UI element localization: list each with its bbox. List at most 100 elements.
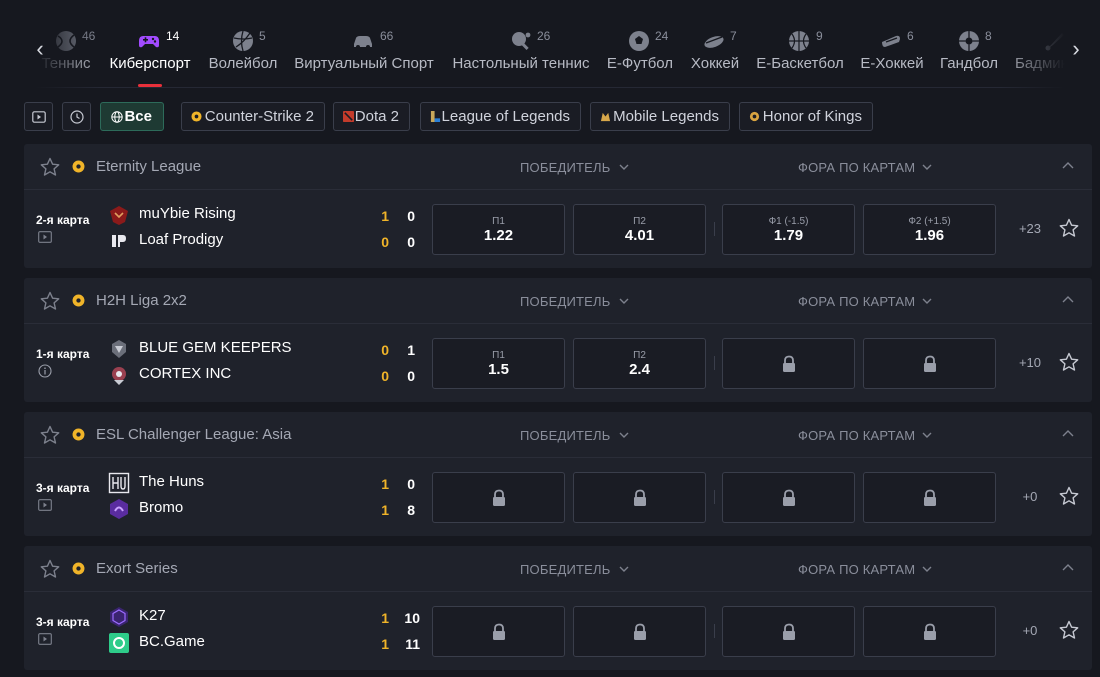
chevron-up-icon[interactable] [1060,560,1076,576]
lock-icon [924,489,936,506]
chevron-down-icon[interactable] [920,160,934,174]
favorite-star-icon[interactable] [1059,486,1079,506]
match-period: 2-я карта [36,213,90,227]
sport-tab-hockey[interactable]: 7 Хоккей [686,0,744,88]
sport-tab-volleyball[interactable]: 5 Волейбол [206,0,280,88]
video-icon[interactable] [38,499,52,511]
nav-next-arrow-icon[interactable]: › [1068,38,1084,60]
lock-icon [493,623,505,640]
active-tab-indicator [138,84,162,87]
chevron-up-icon[interactable] [1060,158,1076,174]
sport-tab-virtual[interactable]: 66 Виртуальный Спорт [292,0,436,88]
map-score: 0 [381,368,389,384]
chevron-down-icon[interactable] [617,294,631,308]
more-markets-link[interactable]: +10 [1016,355,1044,370]
odd-button-locked[interactable] [722,338,855,389]
chevron-down-icon[interactable] [920,562,934,576]
match-row[interactable]: 2-я карта muYbie Rising Loaf Prodigy 1 0… [24,190,1092,268]
market-handicap-header[interactable]: ФОРА ПО КАРТАМ [798,294,915,309]
chevron-down-icon[interactable] [920,294,934,308]
video-icon [32,111,46,123]
favorite-star-icon[interactable] [1059,620,1079,640]
sport-tab-e-football[interactable]: 24 Е-Футбол [604,0,676,88]
dota2-icon [343,111,354,122]
filter-honor-of-kings-button[interactable]: Honor of Kings [739,102,873,131]
more-markets-link[interactable]: +0 [1016,489,1044,504]
round-score: 10 [404,610,420,626]
video-icon[interactable] [38,231,52,243]
sports-nav: 46 Теннис 14 Киберспорт 5 Волейбол 66 Ви… [0,0,1100,88]
odd-button-p2[interactable]: П2 4.01 [573,204,706,255]
cs2-icon [191,111,202,122]
odd-button-locked[interactable] [573,606,706,657]
odd-button-f2[interactable]: Ф2 (+1.5) 1.96 [863,204,996,255]
filter-cs2-button[interactable]: Counter-Strike 2 [181,102,325,131]
round-score: 0 [407,208,415,224]
odd-button-locked[interactable] [863,338,996,389]
chevron-down-icon[interactable] [617,428,631,442]
sport-tab-handball[interactable]: 8 Гандбол [938,0,1000,88]
more-markets-link[interactable]: +23 [1016,221,1044,236]
sport-tab-esports[interactable]: 14 Киберспорт [108,0,192,88]
video-filter-button[interactable] [24,102,53,131]
chevron-down-icon[interactable] [617,562,631,576]
filter-mobile-legends-button[interactable]: Mobile Legends [590,102,730,131]
filter-dota2-button[interactable]: Dota 2 [333,102,410,131]
market-winner-header[interactable]: ПОБЕДИТЕЛЬ [520,562,610,577]
match-period: 3-я карта [36,615,90,629]
odd-button-locked[interactable] [722,472,855,523]
favorite-star-icon[interactable] [1059,218,1079,238]
map-score: 0 [381,342,389,358]
odd-button-f1[interactable]: Ф1 (-1.5) 1.79 [722,204,855,255]
match-row[interactable]: 1-я карта BLUE GEM KEEPERS CORTEX INC 0 … [24,324,1092,402]
market-handicap-header[interactable]: ФОРА ПО КАРТАМ [798,562,915,577]
chevron-down-icon[interactable] [920,428,934,442]
match-row[interactable]: 3-я карта The Huns Bromo 1 0 1 8 +0 [24,458,1092,536]
sport-tab-table-tennis[interactable]: 26 Настольный теннис [448,0,594,88]
match-row[interactable]: 3-я карта K27 BC.Game 1 10 1 11 +0 [24,592,1092,670]
lock-icon [634,489,646,506]
more-markets-link[interactable]: +0 [1016,623,1044,638]
market-handicap-header[interactable]: ФОРА ПО КАРТАМ [798,160,915,175]
odd-button-locked[interactable] [432,472,565,523]
cs2-icon [72,562,85,575]
market-winner-header[interactable]: ПОБЕДИТЕЛЬ [520,160,610,175]
league-header: ESL Challenger League: Asia ПОБЕДИТЕЛЬ Ф… [24,412,1092,458]
chevron-up-icon[interactable] [1060,292,1076,308]
odd-button-locked[interactable] [432,606,565,657]
video-icon[interactable] [38,633,52,645]
chevron-up-icon[interactable] [1060,426,1076,442]
lock-icon [783,355,795,372]
market-handicap-header[interactable]: ФОРА ПО КАРТАМ [798,428,915,443]
sport-tab-badminton[interactable]: 1 Бадминтон [1012,0,1100,88]
odd-button-locked[interactable] [573,472,706,523]
handball-icon [959,31,979,51]
chevron-down-icon[interactable] [617,160,631,174]
odd-button-p2[interactable]: П2 2.4 [573,338,706,389]
sport-tab-e-basketball[interactable]: 9 Е-Баскетбол [754,0,846,88]
filter-all-button[interactable]: Все [100,102,164,131]
favorite-star-icon[interactable] [1059,352,1079,372]
odd-button-p1[interactable]: П1 1.22 [432,204,565,255]
sport-tab-e-hockey[interactable]: 6 Е-Хоккей [856,0,928,88]
bc-game-logo [109,633,129,653]
league-header: H2H Liga 2x2 ПОБЕДИТЕЛЬ ФОРА ПО КАРТАМ [24,278,1092,324]
odd-button-locked[interactable] [863,606,996,657]
favorite-star-icon[interactable] [40,157,60,177]
market-winner-header[interactable]: ПОБЕДИТЕЛЬ [520,294,610,309]
odd-button-p1[interactable]: П1 1.5 [432,338,565,389]
odd-button-locked[interactable] [722,606,855,657]
cortex-inc-logo [112,367,126,385]
favorite-star-icon[interactable] [40,425,60,445]
league-header: Exort Series ПОБЕДИТЕЛЬ ФОРА ПО КАРТАМ [24,546,1092,592]
shuttlecock-icon [1045,33,1064,51]
time-filter-button[interactable] [62,102,91,131]
league-header: Eternity League ПОБЕДИТЕЛЬ ФОРА ПО КАРТА… [24,144,1092,190]
info-icon[interactable] [38,364,52,378]
filter-lol-button[interactable]: League of Legends [420,102,581,131]
favorite-star-icon[interactable] [40,559,60,579]
favorite-star-icon[interactable] [40,291,60,311]
nav-prev-arrow-icon[interactable]: ‹ [32,38,48,60]
market-winner-header[interactable]: ПОБЕДИТЕЛЬ [520,428,610,443]
odd-button-locked[interactable] [863,472,996,523]
